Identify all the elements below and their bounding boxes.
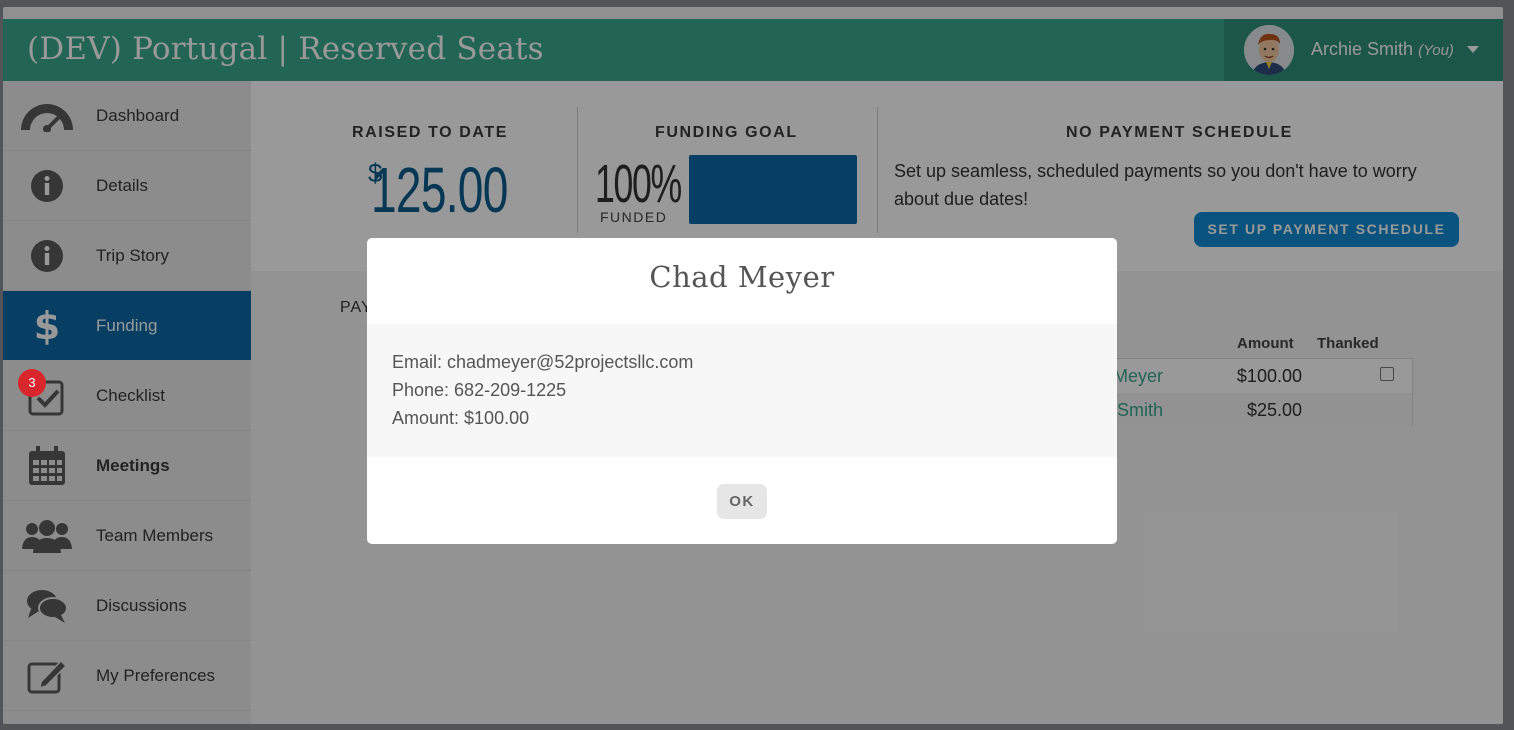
payer-phone: Phone: 682-209-1225 bbox=[392, 380, 567, 400]
notification-badge: 3 bbox=[18, 369, 46, 397]
payer-email: Email: chadmeyer@52projectsllc.com bbox=[392, 352, 694, 372]
ok-button[interactable]: OK bbox=[717, 484, 767, 519]
payer-amount: Amount: $100.00 bbox=[392, 408, 530, 428]
modal-title: Chad Meyer bbox=[649, 260, 835, 294]
modal-body: Email: chadmeyer@52projectsllc.com Phone… bbox=[367, 324, 1117, 457]
payer-details-modal: Chad Meyer Email: chadmeyer@52projectsll… bbox=[367, 238, 1117, 544]
